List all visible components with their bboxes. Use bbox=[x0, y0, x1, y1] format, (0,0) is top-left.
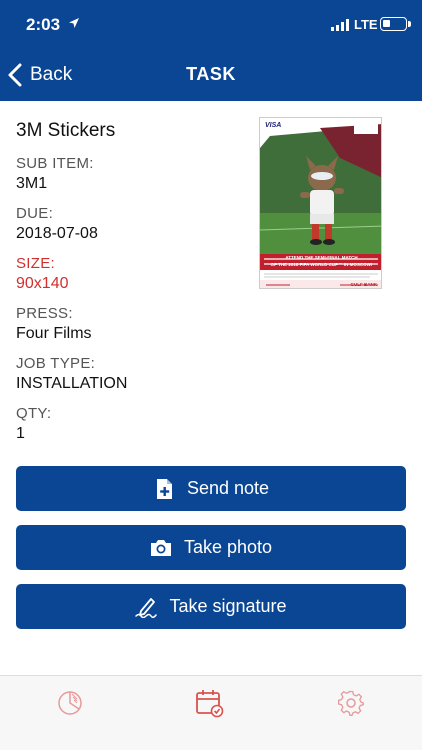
battery-cap bbox=[408, 21, 411, 27]
field-value-sub-item: 3M1 bbox=[16, 175, 48, 192]
status-bar: 2:03 LTE bbox=[0, 0, 422, 46]
field-label-qty: QTY: bbox=[16, 405, 52, 422]
field-value-qty: 1 bbox=[16, 425, 25, 442]
poster-headline-1: ATTEND THE SEMI-FINAL MATCH bbox=[285, 255, 358, 260]
field-value-job-type: INSTALLATION bbox=[16, 375, 128, 392]
calendar-check-icon[interactable] bbox=[194, 688, 224, 718]
network-type: LTE bbox=[354, 17, 378, 32]
field-label-job-type: JOB TYPE: bbox=[16, 355, 96, 372]
status-time: 2:03 bbox=[26, 15, 61, 34]
send-note-label: Send note bbox=[186, 478, 270, 498]
field-label-due: DUE: bbox=[16, 205, 54, 222]
battery-level bbox=[383, 20, 390, 27]
pie-chart-icon[interactable] bbox=[55, 688, 85, 718]
take-photo-button[interactable]: Take photo bbox=[16, 525, 406, 570]
field-label-press: PRESS: bbox=[16, 305, 73, 322]
signal-bars-icon bbox=[331, 19, 349, 31]
field-label-size: SIZE: bbox=[16, 255, 56, 272]
gear-icon[interactable] bbox=[336, 688, 366, 718]
take-photo-label: Take photo bbox=[183, 537, 273, 557]
tab-bar bbox=[0, 675, 422, 750]
send-note-button[interactable]: Send note bbox=[16, 466, 406, 511]
task-name: 3M Stickers bbox=[16, 120, 116, 141]
header: 2:03 LTE Back TASK bbox=[0, 0, 422, 101]
take-signature-label: Take signature bbox=[169, 596, 287, 616]
poster-headline-2: OF THE 2018 FIFA WORLD CUP™ IN MOSCOW! bbox=[270, 262, 373, 267]
field-value-press: Four Films bbox=[16, 325, 92, 342]
location-arrow-icon bbox=[69, 18, 79, 28]
field-value-size: 90x140 bbox=[16, 275, 69, 292]
page-title: TASK bbox=[186, 64, 236, 84]
battery-icon bbox=[380, 17, 407, 31]
take-signature-button[interactable]: Take signature bbox=[16, 584, 406, 629]
note-add-icon bbox=[156, 478, 172, 499]
camera-icon bbox=[150, 539, 171, 556]
field-value-due: 2018-07-08 bbox=[16, 225, 98, 242]
signature-pen-icon bbox=[135, 597, 158, 618]
artwork-thumbnail[interactable]: VISA ATTEND THE SEMI-FINAL MATCH OF THE … bbox=[259, 117, 382, 289]
poster-brand: VISA bbox=[265, 122, 282, 129]
field-label-sub-item: SUB ITEM: bbox=[16, 155, 94, 172]
poster-bank: GULF BANK bbox=[350, 282, 378, 287]
